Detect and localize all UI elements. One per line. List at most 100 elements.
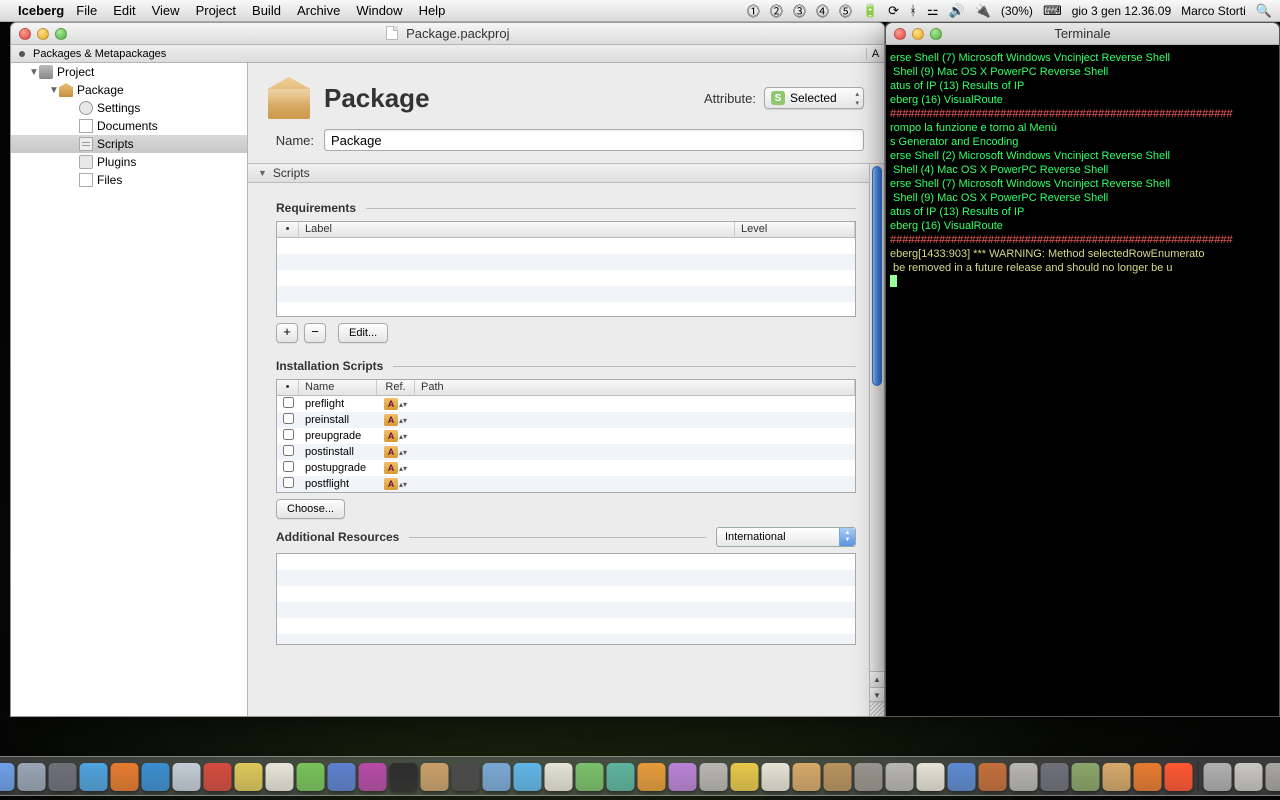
disclosure-icon[interactable]: ▼ bbox=[49, 85, 59, 96]
status-icon[interactable]: ⓸ bbox=[816, 1, 829, 20]
dock-app-icon[interactable] bbox=[49, 763, 77, 791]
table-row[interactable]: postflightA▴▾ bbox=[277, 476, 855, 492]
minimize-button[interactable] bbox=[37, 28, 49, 40]
requirements-table[interactable]: • Label Level bbox=[276, 221, 856, 317]
battery-icon[interactable]: 🔋 bbox=[862, 3, 878, 19]
dock-app-icon[interactable] bbox=[1103, 763, 1131, 791]
dock-app-icon[interactable] bbox=[824, 763, 852, 791]
dock-stack-icon[interactable] bbox=[1235, 763, 1263, 791]
tree-documents[interactable]: Documents bbox=[11, 117, 247, 135]
dock-app-icon[interactable] bbox=[452, 763, 480, 791]
dock-app-icon[interactable] bbox=[855, 763, 883, 791]
dock-app-icon[interactable] bbox=[18, 763, 46, 791]
scroll-thumb[interactable] bbox=[872, 166, 882, 386]
col-ref[interactable]: Ref. bbox=[377, 380, 415, 395]
dock-app-icon[interactable] bbox=[297, 763, 325, 791]
dock-app-icon[interactable] bbox=[80, 763, 108, 791]
col-bullet[interactable]: • bbox=[277, 380, 299, 395]
dock-app-icon[interactable] bbox=[793, 763, 821, 791]
tree-plugins[interactable]: Plugins bbox=[11, 153, 247, 171]
terminal-output[interactable]: erse Shell (7) Microsoft Windows Vncinje… bbox=[886, 45, 1279, 716]
dock-app-icon[interactable] bbox=[948, 763, 976, 791]
close-button[interactable] bbox=[19, 28, 31, 40]
tree-scripts[interactable]: Scripts bbox=[11, 135, 247, 153]
dock-app-icon[interactable] bbox=[235, 763, 263, 791]
dock-app-icon[interactable] bbox=[1072, 763, 1100, 791]
dock-app-icon[interactable] bbox=[328, 763, 356, 791]
script-enabled-checkbox[interactable] bbox=[283, 397, 294, 408]
dock-app-icon[interactable] bbox=[886, 763, 914, 791]
requirements-body[interactable] bbox=[277, 238, 855, 316]
table-row[interactable]: preflightA▴▾ bbox=[277, 396, 855, 412]
wifi-icon[interactable]: ⚍ bbox=[927, 3, 939, 19]
sync-icon[interactable]: ⟳ bbox=[888, 3, 899, 19]
table-row[interactable]: preinstallA▴▾ bbox=[277, 412, 855, 428]
disclosure-icon[interactable]: ▼ bbox=[258, 168, 267, 178]
sidebar-header-col[interactable]: A bbox=[866, 48, 884, 60]
status-icon[interactable]: ⓹ bbox=[839, 1, 852, 20]
dock-app-icon[interactable] bbox=[576, 763, 604, 791]
input-menu-icon[interactable]: ⌨ bbox=[1043, 3, 1062, 19]
dock-app-icon[interactable] bbox=[173, 763, 201, 791]
menu-build[interactable]: Build bbox=[252, 3, 281, 18]
clock[interactable]: gio 3 gen 12.36.09 bbox=[1072, 4, 1171, 18]
dock-stack-icon[interactable] bbox=[1266, 763, 1280, 791]
menu-project[interactable]: Project bbox=[196, 3, 236, 18]
iceberg-titlebar[interactable]: Package.packproj bbox=[11, 23, 884, 45]
table-row[interactable]: preupgradeA▴▾ bbox=[277, 428, 855, 444]
attribute-select[interactable]: S Selected bbox=[764, 87, 864, 109]
requirements-edit-button[interactable]: Edit... bbox=[338, 323, 388, 343]
dock-app-icon[interactable] bbox=[390, 763, 418, 791]
choose-button[interactable]: Choose... bbox=[276, 499, 345, 519]
resources-scope-select[interactable]: International ▲▼ bbox=[716, 527, 856, 547]
volume-icon[interactable]: 🔊 bbox=[949, 3, 965, 19]
requirements-add-button[interactable]: + bbox=[276, 323, 298, 343]
menu-view[interactable]: View bbox=[152, 3, 180, 18]
name-input[interactable] bbox=[324, 129, 864, 151]
user-name[interactable]: Marco Storti bbox=[1181, 4, 1246, 18]
script-ref[interactable]: A▴▾ bbox=[377, 478, 415, 490]
dock-app-icon[interactable] bbox=[762, 763, 790, 791]
script-ref[interactable]: A▴▾ bbox=[377, 398, 415, 410]
bluetooth-icon[interactable]: ᚼ bbox=[909, 3, 917, 18]
scroll-up-icon[interactable]: ▲ bbox=[870, 671, 884, 687]
menu-archive[interactable]: Archive bbox=[297, 3, 340, 18]
resources-table[interactable] bbox=[276, 553, 856, 645]
script-enabled-checkbox[interactable] bbox=[283, 445, 294, 456]
dock-app-icon[interactable] bbox=[111, 763, 139, 791]
terminal-titlebar[interactable]: Terminale bbox=[886, 23, 1279, 45]
sidebar-header[interactable]: Packages & Metapackages bbox=[33, 48, 866, 60]
script-ref[interactable]: A▴▾ bbox=[377, 446, 415, 458]
dock-app-icon[interactable] bbox=[607, 763, 635, 791]
dock-app-icon[interactable] bbox=[359, 763, 387, 791]
script-enabled-checkbox[interactable] bbox=[283, 413, 294, 424]
dock-app-icon[interactable] bbox=[142, 763, 170, 791]
dock-app-icon[interactable] bbox=[979, 763, 1007, 791]
menu-edit[interactable]: Edit bbox=[113, 3, 135, 18]
resize-grip[interactable] bbox=[869, 701, 884, 716]
col-name[interactable]: Name bbox=[299, 380, 377, 395]
dock-app-icon[interactable] bbox=[266, 763, 294, 791]
script-ref[interactable]: A▴▾ bbox=[377, 430, 415, 442]
dock-app-icon[interactable] bbox=[421, 763, 449, 791]
zoom-button[interactable] bbox=[930, 28, 942, 40]
dock-stack-icon[interactable] bbox=[1204, 763, 1232, 791]
dock-app-icon[interactable] bbox=[1165, 763, 1193, 791]
status-icon[interactable]: ⓷ bbox=[793, 1, 806, 20]
dock-app-icon[interactable] bbox=[669, 763, 697, 791]
dock-app-icon[interactable] bbox=[1041, 763, 1069, 791]
dock-app-icon[interactable] bbox=[638, 763, 666, 791]
script-enabled-checkbox[interactable] bbox=[283, 461, 294, 472]
zoom-button[interactable] bbox=[55, 28, 67, 40]
table-row[interactable]: postinstallA▴▾ bbox=[277, 444, 855, 460]
tree-package[interactable]: ▼ Package bbox=[11, 81, 247, 99]
minimize-button[interactable] bbox=[912, 28, 924, 40]
col-bullet[interactable]: • bbox=[277, 222, 299, 237]
menu-window[interactable]: Window bbox=[356, 3, 402, 18]
dock-app-icon[interactable] bbox=[1010, 763, 1038, 791]
tree-files[interactable]: Files bbox=[11, 171, 247, 189]
dock-app-icon[interactable] bbox=[731, 763, 759, 791]
dock-app-icon[interactable] bbox=[700, 763, 728, 791]
status-icon[interactable]: ⓵ bbox=[747, 1, 760, 20]
menu-file[interactable]: File bbox=[76, 3, 97, 18]
